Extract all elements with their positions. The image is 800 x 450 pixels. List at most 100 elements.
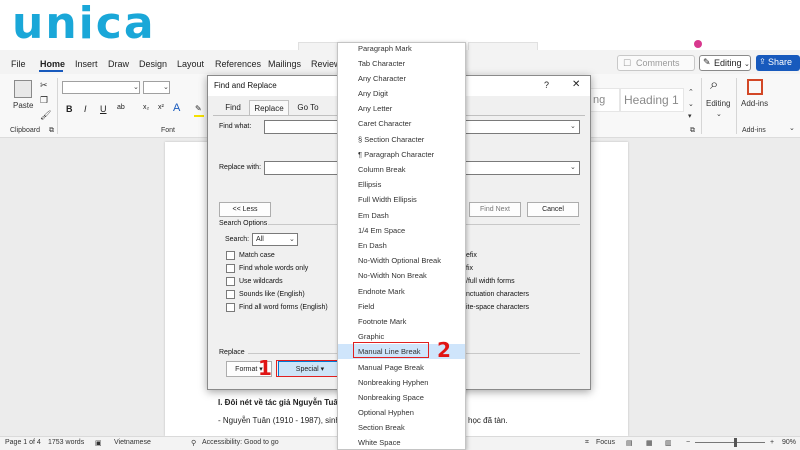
menu-item-no-width-optional-break[interactable]: No-Width Optional Break bbox=[338, 253, 465, 268]
menu-item-column-break[interactable]: Column Break bbox=[338, 162, 465, 177]
chevron-up-icon[interactable]: ⌃ bbox=[688, 88, 694, 96]
paste-icon[interactable] bbox=[14, 80, 32, 98]
less-button[interactable]: << Less bbox=[219, 202, 271, 217]
zoom-slider-track[interactable] bbox=[695, 442, 765, 443]
menu-item-tab-character[interactable]: Tab Character bbox=[338, 56, 465, 71]
language[interactable]: Vietnamese bbox=[114, 439, 151, 446]
whole-words-label[interactable]: Find whole words only bbox=[239, 265, 308, 272]
chevron-down-icon[interactable]: ⌄ bbox=[289, 235, 295, 243]
sounds-like-label[interactable]: Sounds like (English) bbox=[239, 291, 305, 298]
addins-icon[interactable] bbox=[747, 79, 763, 95]
font-name-input[interactable] bbox=[62, 81, 140, 94]
text-effects-icon[interactable]: A bbox=[173, 102, 180, 114]
menu-item-nonbreaking-space[interactable]: Nonbreaking Space bbox=[338, 390, 465, 405]
menu-references[interactable]: References bbox=[215, 59, 261, 69]
match-case-label[interactable]: Match case bbox=[239, 252, 275, 259]
accessibility-status[interactable]: Accessibility: Good to go bbox=[202, 439, 279, 446]
editing-group-button[interactable]: Editing bbox=[706, 99, 730, 108]
italic-button[interactable]: I bbox=[84, 104, 87, 114]
find-next-button[interactable]: Find Next bbox=[469, 202, 521, 217]
search-icon[interactable]: ⌕ bbox=[710, 76, 718, 93]
chevron-down-icon[interactable]: ⌄ bbox=[688, 100, 694, 108]
tab-goto[interactable]: Go To bbox=[291, 100, 325, 116]
right-option-4[interactable]: nctuation characters bbox=[466, 291, 529, 298]
tab-replace[interactable]: Replace bbox=[249, 100, 289, 116]
page-count[interactable]: Page 1 of 4 bbox=[5, 439, 41, 446]
menu-item-endnote-mark[interactable]: Endnote Mark bbox=[338, 284, 465, 299]
bold-button[interactable]: B bbox=[66, 104, 73, 114]
menu-item-paragraph-character[interactable]: ¶ Paragraph Character bbox=[338, 147, 465, 162]
menu-item-section-break[interactable]: Section Break bbox=[338, 420, 465, 435]
web-layout-icon[interactable]: ▥ bbox=[665, 439, 672, 447]
right-option-2[interactable]: fix bbox=[466, 265, 473, 272]
styles-launcher-icon[interactable]: ⧉ bbox=[690, 127, 695, 135]
chevron-down-icon[interactable]: ⌄ bbox=[163, 83, 169, 91]
chevron-down-icon[interactable]: ⌄ bbox=[570, 163, 576, 171]
wildcards-checkbox[interactable] bbox=[226, 277, 235, 286]
menu-item-quarter-em-space[interactable]: 1/4 Em Space bbox=[338, 223, 465, 238]
word-forms-checkbox[interactable] bbox=[226, 303, 235, 312]
style-heading-1[interactable]: Heading 1 bbox=[620, 88, 684, 112]
menu-item-section-character[interactable]: § Section Character bbox=[338, 132, 465, 147]
zoom-level[interactable]: 90% bbox=[782, 439, 796, 446]
highlight-icon[interactable]: ✎ bbox=[195, 104, 202, 113]
copy-icon[interactable]: ❐ bbox=[40, 95, 48, 106]
menu-design[interactable]: Design bbox=[139, 59, 167, 69]
menu-item-em-dash[interactable]: Em Dash bbox=[338, 208, 465, 223]
paste-label[interactable]: Paste bbox=[13, 101, 33, 110]
menu-layout[interactable]: Layout bbox=[177, 59, 204, 69]
right-option-3[interactable]: /full width forms bbox=[466, 278, 515, 285]
print-layout-icon[interactable]: ▦ bbox=[646, 439, 653, 447]
word-count[interactable]: 1753 words bbox=[48, 439, 84, 446]
share-button[interactable]: ⇪ Share bbox=[756, 55, 800, 71]
focus-button[interactable]: Focus bbox=[596, 439, 615, 446]
menu-item-optional-hyphen[interactable]: Optional Hyphen bbox=[338, 405, 465, 420]
menu-item-caret-character[interactable]: Caret Character bbox=[338, 116, 465, 131]
chevron-down-icon[interactable]: ⌄ bbox=[570, 122, 576, 130]
chevron-down-icon[interactable]: ⌄ bbox=[133, 83, 139, 91]
format-painter-icon[interactable]: 🖌 bbox=[40, 110, 51, 121]
help-button[interactable]: ? bbox=[544, 80, 549, 90]
match-case-checkbox[interactable] bbox=[226, 251, 235, 260]
superscript-button[interactable]: x² bbox=[158, 104, 164, 111]
chevron-down-icon[interactable]: ⌄ bbox=[716, 110, 722, 118]
menu-item-manual-page-break[interactable]: Manual Page Break bbox=[338, 360, 465, 375]
zoom-out-icon[interactable]: − bbox=[686, 439, 690, 446]
menu-item-any-letter[interactable]: Any Letter bbox=[338, 101, 465, 116]
menu-item-paragraph-mark[interactable]: Paragraph Mark bbox=[338, 43, 465, 56]
avatar[interactable] bbox=[694, 40, 702, 48]
cut-icon[interactable]: ✂ bbox=[40, 80, 48, 91]
menu-insert[interactable]: Insert bbox=[75, 59, 98, 69]
style-normal[interactable]: ng bbox=[590, 88, 620, 112]
menu-item-footnote-mark[interactable]: Footnote Mark bbox=[338, 314, 465, 329]
strikethrough-button[interactable]: ab bbox=[117, 104, 125, 111]
menu-item-field[interactable]: Field bbox=[338, 299, 465, 314]
menu-item-no-width-non-break[interactable]: No-Width Non Break bbox=[338, 268, 465, 283]
sounds-like-checkbox[interactable] bbox=[226, 290, 235, 299]
ribbon-collapse-icon[interactable]: ⌄ bbox=[789, 124, 795, 132]
addins-button[interactable]: Add-ins bbox=[741, 99, 768, 108]
menu-item-en-dash[interactable]: En Dash bbox=[338, 238, 465, 253]
clipboard-launcher-icon[interactable]: ⧉ bbox=[49, 127, 54, 135]
menu-item-white-space[interactable]: White Space bbox=[338, 435, 465, 449]
right-option-1[interactable]: efix bbox=[466, 252, 477, 259]
comments-button[interactable]: ☐ Comments bbox=[617, 55, 695, 71]
proofing-icon[interactable]: ▣ bbox=[95, 439, 102, 447]
wildcards-label[interactable]: Use wildcards bbox=[239, 278, 283, 285]
zoom-slider-thumb[interactable] bbox=[734, 438, 737, 447]
menu-item-any-digit[interactable]: Any Digit bbox=[338, 86, 465, 101]
underline-button[interactable]: U bbox=[100, 104, 107, 114]
cancel-button[interactable]: Cancel bbox=[527, 202, 579, 217]
zoom-in-icon[interactable]: + bbox=[770, 439, 774, 446]
menu-draw[interactable]: Draw bbox=[108, 59, 129, 69]
close-icon[interactable]: ✕ bbox=[572, 79, 580, 90]
menu-home[interactable]: Home bbox=[40, 59, 65, 69]
whole-words-checkbox[interactable] bbox=[226, 264, 235, 273]
read-mode-icon[interactable]: ▤ bbox=[626, 439, 633, 447]
tab-find[interactable]: Find bbox=[219, 100, 247, 116]
menu-item-ellipsis[interactable]: Ellipsis bbox=[338, 177, 465, 192]
editing-mode-button[interactable]: ✎ Editing ⌄ bbox=[699, 55, 751, 71]
menu-item-nonbreaking-hyphen[interactable]: Nonbreaking Hyphen bbox=[338, 375, 465, 390]
right-option-5[interactable]: ite-space characters bbox=[466, 304, 529, 311]
menu-mailings[interactable]: Mailings bbox=[268, 59, 301, 69]
